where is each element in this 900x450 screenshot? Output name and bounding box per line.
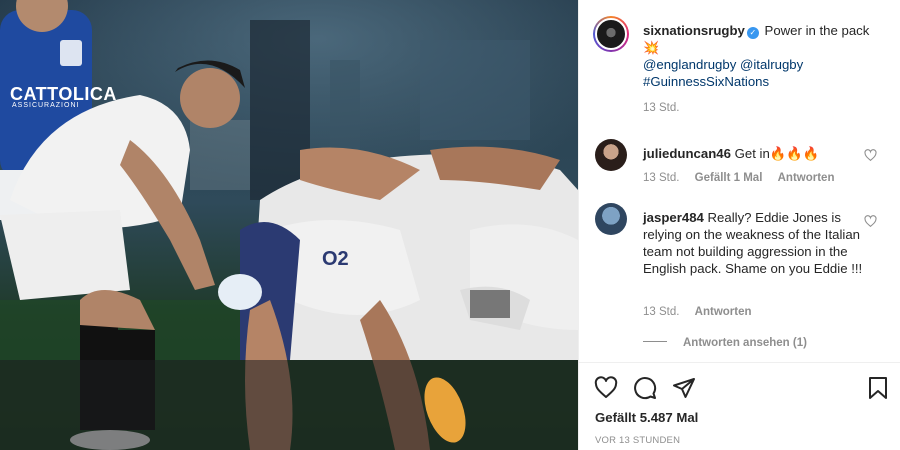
caption-emoji: 💥 xyxy=(643,40,660,55)
commenter-username[interactable]: jasper484 xyxy=(643,210,704,225)
comment-emoji: 🔥🔥🔥 xyxy=(769,146,820,161)
share-paper-plane-icon[interactable] xyxy=(672,376,696,400)
poster-username[interactable]: sixnationsrugby xyxy=(643,23,745,38)
post-timestamp[interactable]: VOR 13 STUNDEN xyxy=(595,435,680,446)
hashtag-six-nations[interactable]: #GuinnessSixNations xyxy=(643,74,769,89)
like-heart-icon[interactable] xyxy=(594,376,618,400)
replies-divider xyxy=(643,341,667,342)
reply-button[interactable]: Antworten xyxy=(778,172,835,184)
comment-bubble-icon[interactable] xyxy=(633,376,657,400)
post-photo[interactable]: CATTOLICA ASSICURAZIONI O2 xyxy=(0,0,578,450)
poster-avatar[interactable] xyxy=(593,16,629,52)
caption-time[interactable]: 13 Std. xyxy=(643,100,893,117)
post-panel: sixnationsrugby ✓ Power in the pack 💥 @en… xyxy=(578,0,900,450)
mention-italy[interactable]: @italrugby xyxy=(740,57,803,72)
comment-text: jasper484 Really? Eddie Jones is relying… xyxy=(643,209,863,277)
comment-like-heart-icon[interactable] xyxy=(864,215,877,228)
post-actions: Gefällt 5.487 Mal VOR 13 STUNDEN xyxy=(579,362,900,450)
jersey-sponsor-subtext: ASSICURAZIONI xyxy=(12,102,80,109)
shorts-sponsor-text: O2 xyxy=(322,248,349,270)
verified-badge-icon: ✓ xyxy=(746,27,759,39)
comment-body: Get in xyxy=(734,146,770,161)
commenter-username[interactable]: julieduncan46 xyxy=(643,146,731,161)
comment-likes[interactable]: Gefällt 1 Mal xyxy=(695,172,763,184)
commenter-avatar[interactable] xyxy=(595,139,627,171)
view-replies-label: Antworten ansehen (1) xyxy=(683,337,807,349)
comment-meta: 13 Std. Gefällt 1 Mal Antworten xyxy=(643,172,834,184)
reply-button[interactable]: Antworten xyxy=(695,306,752,318)
save-bookmark-icon[interactable] xyxy=(866,376,890,400)
comment-time[interactable]: 13 Std. xyxy=(643,172,679,184)
comment-time[interactable]: 13 Std. xyxy=(643,306,679,318)
comment-like-heart-icon[interactable] xyxy=(864,149,877,162)
comment-text: julieduncan46 Get in🔥🔥🔥 xyxy=(643,145,863,162)
mention-england[interactable]: @englandrugby xyxy=(643,57,736,72)
commenter-avatar[interactable] xyxy=(595,203,627,235)
comment-meta: 13 Std. Antworten xyxy=(643,306,752,318)
view-replies-button[interactable]: Antworten ansehen (1) xyxy=(643,337,807,349)
caption-body: Power in the pack xyxy=(764,23,870,38)
scrum-photo xyxy=(0,0,578,450)
caption-text: sixnationsrugby ✓ Power in the pack 💥 @en… xyxy=(643,22,893,117)
likes-count[interactable]: Gefällt 5.487 Mal xyxy=(595,410,698,425)
